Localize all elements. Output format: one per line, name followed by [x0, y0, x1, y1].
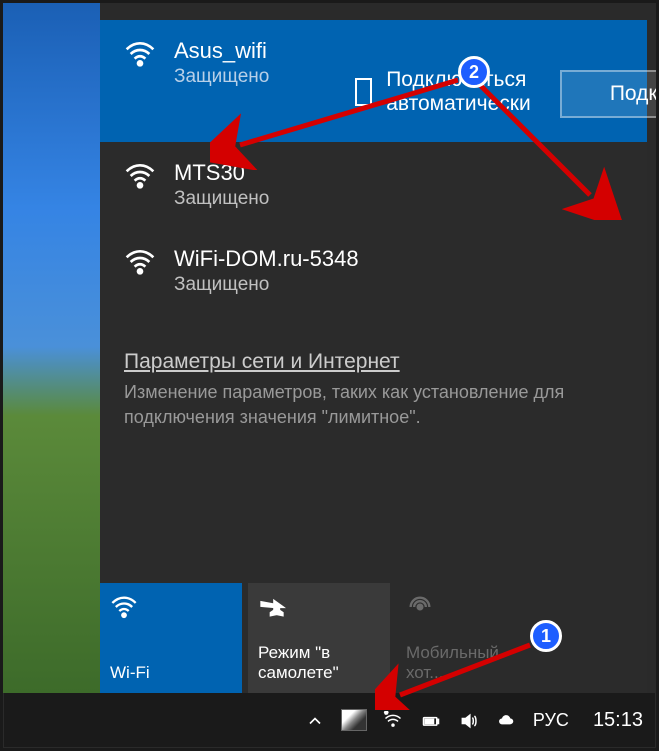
network-settings-link[interactable]: Параметры сети и Интернет [124, 350, 400, 373]
wifi-info: Asus_wifi Защищено [174, 38, 269, 88]
wifi-name: WiFi-DOM.ru-5348 [174, 246, 623, 272]
wifi-icon [124, 160, 156, 192]
wifi-icon [110, 593, 138, 621]
wifi-status: Защищено [174, 274, 623, 296]
tile-label: Режим "в самолете" [258, 643, 380, 683]
hotspot-tile[interactable]: Мобильный хот... [396, 583, 538, 693]
network-settings-section: Параметры сети и Интернет Изменение пара… [100, 334, 647, 446]
wifi-icon [124, 246, 156, 278]
wifi-network-item[interactable]: WiFi-DOM.ru-5348 Защищено [100, 228, 647, 314]
tray-volume-icon[interactable] [457, 709, 481, 730]
wifi-status: Защищено [174, 66, 269, 88]
tray-app-icon[interactable] [341, 709, 367, 731]
svg-text:*: * [385, 711, 389, 719]
hotspot-icon [406, 593, 434, 621]
wifi-name: MTS30 [174, 160, 623, 186]
wifi-name: Asus_wifi [174, 38, 269, 64]
airplane-icon [258, 593, 286, 621]
tile-label: Мобильный хот... [406, 643, 528, 683]
wifi-network-item-selected[interactable]: Asus_wifi Защищено Подключаться автомати… [100, 20, 647, 142]
network-settings-description: Изменение параметров, таких как установл… [124, 380, 623, 430]
auto-connect-row: Подключаться автоматически [355, 68, 541, 116]
wifi-network-item[interactable]: MTS30 Защищено [100, 142, 647, 228]
wifi-status: Защищено [174, 188, 623, 210]
tray-language[interactable]: РУС [533, 710, 569, 731]
annotation-callout-1: 1 [530, 620, 562, 652]
wifi-flyout-panel: Asus_wifi Защищено Подключаться автомати… [100, 20, 647, 693]
wifi-info: WiFi-DOM.ru-5348 Защищено [174, 246, 623, 296]
desktop-wallpaper [0, 0, 100, 693]
wifi-icon [124, 38, 156, 70]
airplane-mode-tile[interactable]: Режим "в самолете" [248, 583, 390, 693]
wifi-tile[interactable]: Wi-Fi [100, 583, 242, 693]
connect-button[interactable]: Подключиться [560, 70, 659, 118]
wifi-info: MTS30 Защищено [174, 160, 623, 210]
tray-chevron-up-icon[interactable] [303, 709, 327, 730]
tray-clock[interactable]: 15:13 [593, 709, 643, 732]
taskbar: * РУС 15:13 [4, 693, 655, 747]
quick-action-tiles: Wi-Fi Режим "в самолете" Мобильный хот..… [100, 583, 647, 693]
tray-wifi-icon[interactable]: * [381, 709, 405, 730]
annotation-callout-2: 2 [458, 56, 490, 88]
tile-label: Wi-Fi [110, 663, 232, 683]
tray-battery-icon[interactable] [419, 709, 443, 730]
auto-connect-checkbox[interactable] [355, 78, 372, 106]
tray-onedrive-icon[interactable] [495, 709, 519, 730]
